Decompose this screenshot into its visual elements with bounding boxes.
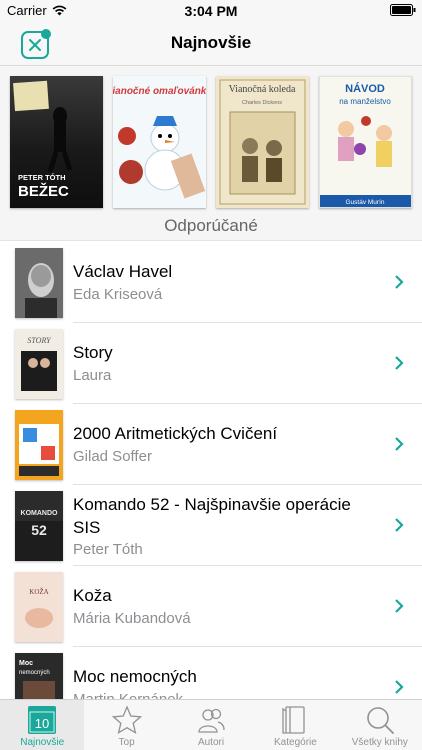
tab-label: Top <box>118 737 135 748</box>
tab-newest[interactable]: 10 Najnovšie <box>0 700 85 750</box>
svg-text:STORY: STORY <box>27 336 52 345</box>
svg-text:nemocných: nemocných <box>19 670 50 676</box>
tab-bar: 10 Najnovšie Top Autori Kategórie Všetky… <box>0 699 422 750</box>
tab-top[interactable]: Top <box>84 700 168 750</box>
book-thumbnail: KOŽA <box>15 572 63 642</box>
tab-label: Najnovšie <box>20 737 65 748</box>
book-author: Eda Kriseová <box>73 286 163 303</box>
book-thumbnail: KOMANDO 52 <box>15 491 63 561</box>
cover-title: BEŽEC <box>18 182 69 200</box>
book-thumbnail <box>15 248 63 318</box>
battery-icon <box>390 4 416 19</box>
status-bar: Carrier 3:04 PM <box>0 0 422 22</box>
book-author: Peter Tóth <box>73 541 143 558</box>
tab-label: Kategórie <box>274 737 317 748</box>
cover-author: Charles Dickens <box>242 100 282 106</box>
book-title: Story <box>73 343 113 362</box>
tab-authors[interactable]: Autori <box>169 700 253 750</box>
book-thumbnail <box>15 410 63 480</box>
list-item[interactable]: Václav Havel Eda Kriseová <box>0 242 422 323</box>
chevron-right-icon <box>395 275 404 289</box>
svg-text:na manželstvo: na manželstvo <box>339 97 391 106</box>
calendar-badge: 10 <box>35 716 49 731</box>
list-item[interactable]: STORY Story Laura <box>0 323 422 404</box>
svg-text:KOŽA: KOŽA <box>29 588 48 596</box>
chevron-right-icon <box>395 599 404 613</box>
book-title: Václav Havel <box>73 262 173 281</box>
list-item[interactable]: KOMANDO 52 Komando 52 - Najšpinavšie ope… <box>0 485 422 566</box>
featured-book-cover[interactable]: NÁVOD na manželstvo Gustáv Murín <box>319 76 412 208</box>
book-title: Koža <box>73 586 112 605</box>
tab-label: Autori <box>197 737 225 748</box>
chevron-right-icon <box>395 518 404 532</box>
page-title: Najnovšie <box>170 33 252 52</box>
cover-title: Vianočná koleda <box>229 84 296 95</box>
chevron-right-icon <box>395 437 404 451</box>
book-author: Mária Kubandová <box>73 610 191 627</box>
svg-text:Moc: Moc <box>19 660 33 667</box>
tab-label: Všetky knihy <box>351 737 408 748</box>
tab-all-books[interactable]: Všetky knihy <box>338 700 422 750</box>
featured-book-cover[interactable]: PETER TÓTH BEŽEC <box>10 76 103 208</box>
section-header-recommended: Odporúčané <box>0 211 422 241</box>
featured-book-cover[interactable]: Vianočné omaľovánky <box>113 76 206 208</box>
book-list: Václav Havel Eda Kriseová STORY Story La… <box>0 242 422 728</box>
star-icon <box>111 705 142 735</box>
books-icon <box>282 706 306 734</box>
cover-title: Vianočné omaľovánky <box>113 86 206 97</box>
status-time: 3:04 PM <box>184 3 238 19</box>
people-icon <box>198 708 225 733</box>
svg-text:NÁVOD: NÁVOD <box>345 82 385 95</box>
navigation-bar: Najnovšie <box>0 22 422 66</box>
list-item[interactable]: KOŽA Koža Mária Kubandová <box>0 566 422 647</box>
chevron-right-icon <box>395 356 404 370</box>
featured-carousel[interactable]: PETER TÓTH BEŽEC Vianočné omaľovánky Via… <box>0 66 422 211</box>
list-item[interactable]: 2000 Aritmetických Cvičení Gilad Soffer <box>0 404 422 485</box>
book-title: Moc nemocných <box>73 667 197 686</box>
book-author: Laura <box>73 367 112 384</box>
svg-text:KOMANDO: KOMANDO <box>21 510 58 517</box>
book-thumbnail: STORY <box>15 329 63 399</box>
featured-book-cover[interactable]: Vianočná koleda Charles Dickens <box>216 76 309 208</box>
book-title: Komando 52 - Najšpinavšie operácie SIS <box>73 495 351 537</box>
tab-categories[interactable]: Kategórie <box>253 700 337 750</box>
book-title: 2000 Aritmetických Cvičení <box>73 424 278 443</box>
book-author: Gilad Soffer <box>73 448 152 465</box>
search-icon <box>367 707 394 734</box>
cover-author: Gustáv Murín <box>345 199 384 206</box>
svg-text:52: 52 <box>31 522 47 538</box>
cover-author: PETER TÓTH <box>18 173 66 182</box>
calendar-icon: 10 <box>28 706 57 734</box>
chevron-right-icon <box>395 680 404 694</box>
